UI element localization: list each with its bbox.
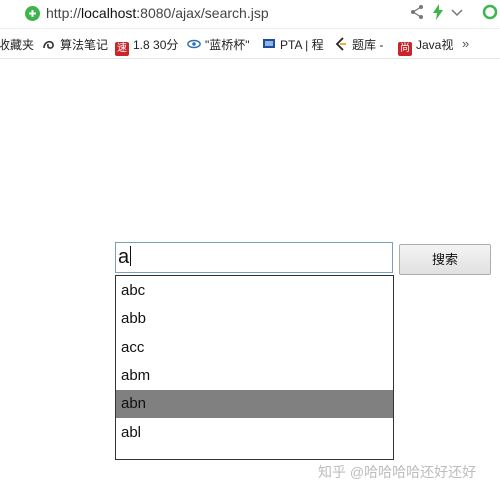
bookmark-score[interactable]: 速 1.8 30分 [115,37,179,56]
suggestion-dropdown: abc abb acc abm abn abl [115,275,394,460]
bookmark-label: 算法笔记 [60,38,109,52]
suggestion-item-highlighted[interactable]: abn [116,390,393,418]
speed-icon: 速 [115,42,129,56]
chevron-down-icon[interactable] [450,4,464,25]
url-path: :8080/ajax/search.jsp [136,5,269,21]
bookmark-label: PTA | 程 [280,38,324,52]
bookmark-label: 题库 - [352,38,384,52]
suggestion-item[interactable]: abb [116,305,393,333]
leetcode-icon [335,37,346,51]
secure-shield-icon [25,6,40,21]
shang-icon: 尚 [398,42,412,56]
url-scheme: http:// [46,5,82,21]
bookmark-pta[interactable]: PTA | 程 [262,37,324,53]
bookmark-java-video[interactable]: 尚 Java视 [398,37,454,56]
bookmark-label: 1.8 30分 [133,38,179,52]
suggestion-item[interactable]: abl [116,419,393,447]
address-bar[interactable]: http://localhost:8080/ajax/search.jsp [0,0,500,29]
bookmark-lanqiao[interactable]: "蓝桥杯" [187,37,250,53]
extension-ring-icon[interactable] [482,4,498,25]
bookmark-algorithm-notes[interactable]: 算法笔记 [42,37,108,53]
bookmark-label: Java视 [416,38,454,52]
suggestion-item[interactable]: abc [116,277,393,305]
zhihu-watermark: 知乎 @哈哈哈哈还好还好 [318,464,477,480]
bookmark-label: "蓝桥杯" [205,38,250,52]
bookmark-question-bank[interactable]: 题库 - [334,37,383,53]
share-icon[interactable] [410,4,424,25]
lightning-icon[interactable] [432,4,444,25]
bookmark-swirl-icon [43,40,54,49]
bookmarks-bar: 收藏夹 算法笔记 速 1.8 30分 "蓝桥杯" PTA | 程 题库 - 尚 Ja… [0,30,500,59]
text-caret [130,246,132,266]
suggestion-item[interactable]: acc [116,334,393,362]
pta-icon [263,39,275,48]
url-text[interactable]: http://localhost:8080/ajax/search.jsp [46,5,269,21]
bookmarks-more-button[interactable]: » [462,36,469,51]
url-host: localhost [81,5,137,21]
suggestion-item[interactable]: abm [116,362,393,390]
bookmark-favorites[interactable]: 收藏夹 [0,37,34,53]
search-button[interactable]: 搜索 [399,244,491,275]
search-query-text: a [118,246,130,268]
lanqiao-icon [187,39,201,49]
bookmark-label: 收藏夹 [0,38,35,52]
search-input[interactable]: a [115,242,393,273]
